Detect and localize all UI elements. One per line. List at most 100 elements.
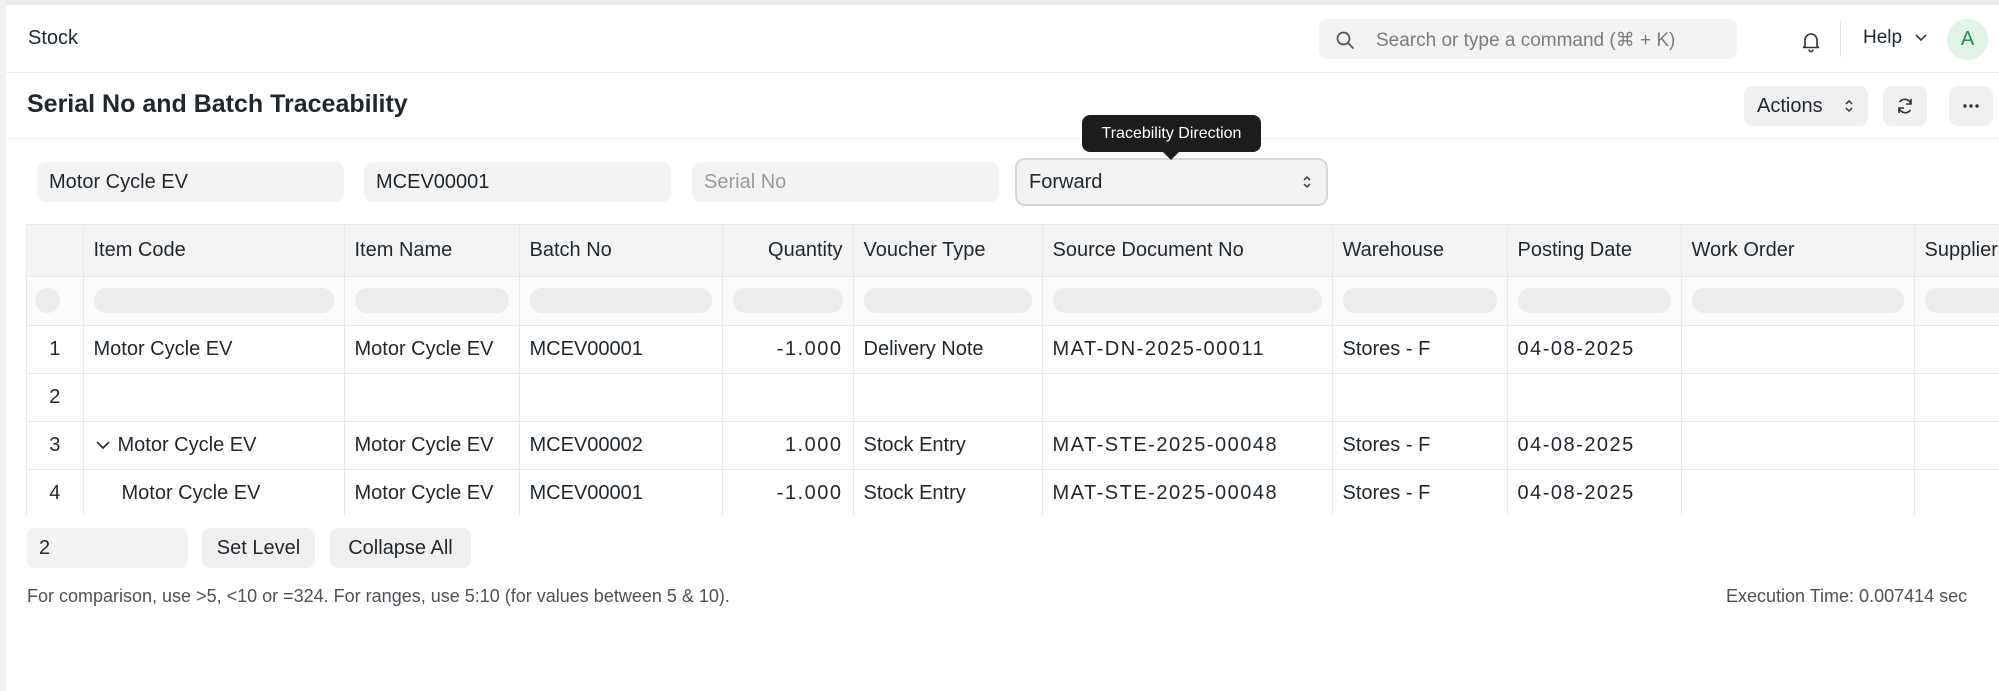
item-code-cell[interactable]: Motor Cycle EV xyxy=(83,325,345,374)
filter-cell[interactable] xyxy=(1332,276,1508,326)
avatar[interactable]: A xyxy=(1947,19,1988,60)
refresh-button[interactable] xyxy=(1883,86,1927,126)
voucher-type-cell[interactable]: Stock Entry xyxy=(853,469,1043,515)
column-header[interactable]: Source Document No xyxy=(1042,225,1333,277)
direction-value: Forward xyxy=(1029,171,1103,193)
search-bar[interactable]: Search or type a command (⌘ + K) xyxy=(1319,19,1737,59)
navbar: Stock Search or type a command (⌘ + K) H… xyxy=(6,5,1999,73)
search-icon xyxy=(1336,31,1354,49)
navbar-divider xyxy=(1840,21,1841,57)
row-index: 4 xyxy=(27,469,84,515)
batch-no-cell[interactable] xyxy=(519,373,723,422)
supplier-cell[interactable] xyxy=(1914,325,1999,374)
filter-cell[interactable] xyxy=(853,276,1043,326)
filter-cell[interactable] xyxy=(722,276,854,326)
work-order-cell[interactable] xyxy=(1681,325,1915,374)
posting-date-cell[interactable]: 04-08-2025 xyxy=(1507,325,1682,374)
actions-button[interactable]: Actions xyxy=(1744,86,1868,126)
source-document-cell[interactable] xyxy=(1042,373,1333,422)
column-header-index xyxy=(27,225,84,277)
execution-time: Execution Time: 0.007414 sec xyxy=(1726,586,1968,606)
warehouse-cell[interactable]: Stores - F xyxy=(1332,469,1508,515)
brand-title[interactable]: Stock xyxy=(28,27,78,50)
item-code-cell[interactable]: Motor Cycle EV xyxy=(83,421,345,470)
table-row[interactable]: 1 Motor Cycle EV Motor Cycle EV MCEV0000… xyxy=(27,325,1999,374)
page-title: Serial No and Batch Traceability xyxy=(27,90,408,118)
updown-icon xyxy=(1845,99,1853,113)
filter-cell[interactable] xyxy=(1914,276,1999,326)
filter-cell[interactable] xyxy=(1507,276,1682,326)
chevron-down-icon xyxy=(1915,34,1927,42)
help-menu[interactable]: Help xyxy=(1863,27,1927,49)
supplier-cell[interactable] xyxy=(1914,373,1999,422)
column-filter-row xyxy=(27,276,1999,326)
bell-icon[interactable] xyxy=(1799,29,1823,53)
item-name-cell[interactable]: Motor Cycle EV xyxy=(344,325,520,374)
filter-cell[interactable] xyxy=(83,276,345,326)
source-document-cell[interactable]: MAT-STE-2025-00048 xyxy=(1042,421,1333,470)
work-order-cell[interactable] xyxy=(1681,469,1915,515)
item-name-cell[interactable]: Motor Cycle EV xyxy=(344,469,520,515)
filter-cell[interactable] xyxy=(519,276,723,326)
column-header[interactable]: Work Order xyxy=(1681,225,1915,277)
voucher-type-cell[interactable] xyxy=(853,373,1043,422)
column-header[interactable]: Item Code xyxy=(83,225,345,277)
item-code-cell[interactable] xyxy=(83,373,345,422)
column-header[interactable]: Posting Date xyxy=(1507,225,1682,277)
collapse-all-button[interactable]: Collapse All xyxy=(330,528,471,568)
source-document-cell[interactable]: MAT-STE-2025-00048 xyxy=(1042,469,1333,515)
batch-filter[interactable]: MCEV00001 xyxy=(364,162,671,202)
column-header[interactable]: Voucher Type xyxy=(853,225,1043,277)
report-table: Item Code Item Name Batch No Quantity Vo… xyxy=(26,224,1999,515)
batch-no-cell[interactable]: MCEV00001 xyxy=(519,469,723,515)
quantity-cell[interactable]: 1.000 xyxy=(722,421,854,470)
actions-label: Actions xyxy=(1757,95,1823,117)
table-row[interactable]: 3 Motor Cycle EV Motor Cycle EV MCEV0000… xyxy=(27,421,1999,470)
column-header[interactable]: Warehouse xyxy=(1332,225,1508,277)
direction-select[interactable]: Forward xyxy=(1015,158,1328,206)
column-header[interactable]: Item Name xyxy=(344,225,520,277)
posting-date-cell[interactable] xyxy=(1507,373,1682,422)
item-code-cell[interactable]: Motor Cycle EV xyxy=(83,469,345,515)
search-placeholder: Search or type a command (⌘ + K) xyxy=(1376,30,1676,51)
tree-level-input[interactable]: 2 xyxy=(27,528,188,568)
quantity-cell[interactable] xyxy=(722,373,854,422)
item-name-cell[interactable] xyxy=(344,373,520,422)
table-row[interactable]: 2 xyxy=(27,373,1999,422)
warehouse-cell[interactable]: Stores - F xyxy=(1332,421,1508,470)
column-header[interactable]: Supplier xyxy=(1914,225,1999,277)
filter-cell[interactable] xyxy=(1042,276,1333,326)
supplier-cell[interactable] xyxy=(1914,421,1999,470)
item-name-cell[interactable]: Motor Cycle EV xyxy=(344,421,520,470)
item-code-text: Motor Cycle EV xyxy=(117,433,257,456)
column-header[interactable]: Batch No xyxy=(519,225,723,277)
batch-no-cell[interactable]: MCEV00002 xyxy=(519,421,723,470)
item-filter[interactable]: Motor Cycle EV xyxy=(37,162,344,202)
batch-no-cell[interactable]: MCEV00001 xyxy=(519,325,723,374)
warehouse-cell[interactable] xyxy=(1332,373,1508,422)
more-button[interactable] xyxy=(1949,86,1993,126)
set-level-button[interactable]: Set Level xyxy=(202,528,315,568)
table-header-row: Item Code Item Name Batch No Quantity Vo… xyxy=(27,225,1999,277)
serial-no-filter[interactable]: Serial No xyxy=(692,162,999,202)
table-row[interactable]: 4 Motor Cycle EV Motor Cycle EV MCEV0000… xyxy=(27,469,1999,515)
quantity-cell[interactable]: -1.000 xyxy=(722,469,854,515)
column-header[interactable]: Quantity xyxy=(722,225,854,277)
filter-cell[interactable] xyxy=(1681,276,1915,326)
direction-tooltip: Tracebility Direction xyxy=(1082,115,1261,160)
source-document-cell[interactable]: MAT-DN-2025-00011 xyxy=(1042,325,1333,374)
voucher-type-cell[interactable]: Stock Entry xyxy=(853,421,1043,470)
quantity-cell[interactable]: -1.000 xyxy=(722,325,854,374)
filter-cell-index xyxy=(27,276,84,326)
supplier-cell[interactable] xyxy=(1914,469,1999,515)
warehouse-cell[interactable]: Stores - F xyxy=(1332,325,1508,374)
voucher-type-cell[interactable]: Delivery Note xyxy=(853,325,1043,374)
work-order-cell[interactable] xyxy=(1681,421,1915,470)
row-index: 3 xyxy=(27,421,84,470)
filter-cell[interactable] xyxy=(344,276,520,326)
posting-date-cell[interactable]: 04-08-2025 xyxy=(1507,469,1682,515)
posting-date-cell[interactable]: 04-08-2025 xyxy=(1507,421,1682,470)
caret-down-icon[interactable] xyxy=(94,440,112,450)
help-label: Help xyxy=(1863,27,1903,48)
work-order-cell[interactable] xyxy=(1681,373,1915,422)
